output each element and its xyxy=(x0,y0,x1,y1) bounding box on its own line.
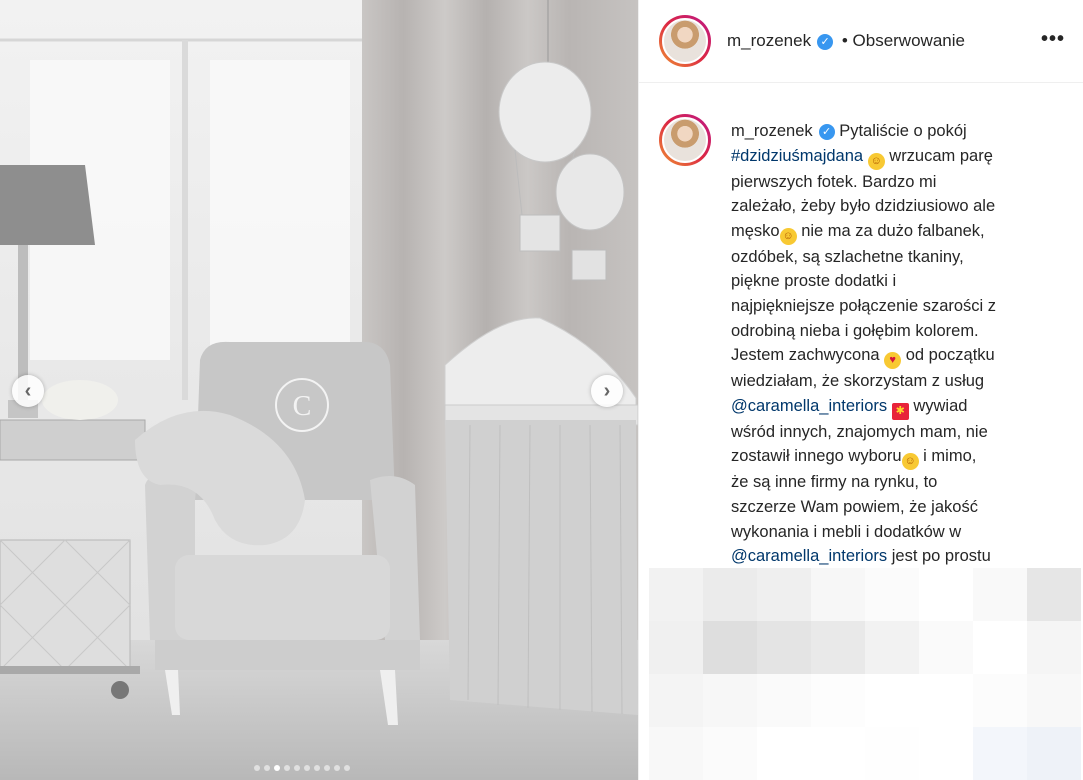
mention-link[interactable]: @caramella_interiors xyxy=(731,397,887,415)
pixel-block xyxy=(757,674,811,727)
caption-segment: zostawił innego wyboru xyxy=(731,447,902,466)
grinning-emoji-icon: ☺ xyxy=(867,152,885,170)
pixel-block xyxy=(811,674,865,727)
collision-emoji-icon: ✱ xyxy=(891,402,909,420)
carousel-dot xyxy=(324,765,330,771)
carousel-indicator xyxy=(254,765,350,771)
caption-segment: męsko xyxy=(731,221,780,240)
carousel-dot xyxy=(334,765,340,771)
pixel-block xyxy=(757,568,811,621)
caption-segment: piękne proste dodatki i xyxy=(731,272,897,291)
carousel-next-button[interactable]: › xyxy=(591,375,623,407)
carousel-dot xyxy=(304,765,310,771)
caption-avatar[interactable] xyxy=(659,114,711,166)
caption-segment: najpiękniejsze połączenie szarości z xyxy=(731,296,997,315)
pixel-block xyxy=(919,727,973,780)
username-link[interactable]: m_rozenek ✓ xyxy=(727,31,834,51)
pixel-block xyxy=(865,674,919,727)
caption-segment: od początku xyxy=(901,346,995,365)
pixel-block xyxy=(703,674,757,727)
pixel-block xyxy=(703,621,757,674)
comments-area[interactable]: m_rozenek ✓ Pytaliście o pokój #dzidziuśm… xyxy=(639,110,1083,568)
pixel-block xyxy=(1027,727,1081,780)
pixel-block xyxy=(811,727,865,780)
avatar-image xyxy=(662,117,708,163)
svg-text:C: C xyxy=(293,391,312,422)
caption-segment: wywiad xyxy=(908,396,968,415)
pixel-block xyxy=(811,621,865,674)
caption-segment: wiedziałam, że skorzystam z usług xyxy=(731,372,985,391)
post-photo[interactable]: C ‹ › xyxy=(0,0,638,780)
pixel-block xyxy=(973,621,1027,674)
pixel-block xyxy=(973,727,1027,780)
pixel-block xyxy=(1027,674,1081,727)
caption-segment: i mimo, xyxy=(918,447,977,466)
caption-segment: szczerze Wam powiem, że jakość xyxy=(731,497,978,516)
caption-segment: wśród innych, znajomych mam, nie xyxy=(731,422,988,441)
avatar-image xyxy=(662,18,708,64)
caption-segment: że są inne firmy na rynku, to xyxy=(731,473,938,492)
caption-segment: pierwszych fotek. Bardzo mi xyxy=(731,172,937,191)
carousel-dot xyxy=(254,765,260,771)
pixel-block xyxy=(865,727,919,780)
verified-badge-icon: ✓ xyxy=(817,34,834,50)
post-side-panel: m_rozenek ✓ • Obserwowanie ••• m_rozenek ✓… xyxy=(638,0,1083,780)
pixel-block xyxy=(703,727,757,780)
follow-label: Obserwowanie xyxy=(852,31,965,50)
caption-segment: odrobiną nieba i gołębim kolorem. xyxy=(731,321,979,340)
pixel-block xyxy=(1027,621,1081,674)
pixel-block xyxy=(1027,568,1081,621)
heart-eyes-emoji-icon: ♥ xyxy=(884,352,902,370)
carousel-dot xyxy=(284,765,290,771)
caption-segment: zależało, żeby było dzidziusiowo ale xyxy=(731,197,996,216)
pixel-block xyxy=(865,568,919,621)
caption-segment: wykonania i mebli i dodatków w xyxy=(731,522,962,541)
carousel-dot xyxy=(294,765,300,771)
pixel-block xyxy=(973,674,1027,727)
caption-segment: Pytaliście o pokój xyxy=(834,122,967,140)
carousel-prev-button[interactable]: ‹ xyxy=(12,375,44,407)
grinning-emoji-icon: ☺ xyxy=(901,453,919,471)
mention-link[interactable]: @caramella_interiors xyxy=(731,547,887,565)
caption-username[interactable]: m_rozenek xyxy=(731,122,813,140)
pixel-block xyxy=(757,621,811,674)
carousel-dot xyxy=(264,765,270,771)
nursery-photo: C xyxy=(0,0,638,780)
pixel-block xyxy=(649,568,703,621)
caption-segment: Jestem zachwycona xyxy=(731,346,885,365)
carousel-dot xyxy=(314,765,320,771)
grinning-emoji-icon: ☺ xyxy=(779,227,797,245)
pixelated-overlay xyxy=(649,568,1083,780)
follow-status-button[interactable]: • Obserwowanie xyxy=(837,31,965,51)
pixel-block xyxy=(973,568,1027,621)
verified-badge-icon: ✓ xyxy=(818,124,835,140)
hashtag-link[interactable]: #dzidziuśmajdana xyxy=(731,147,863,165)
pixel-block xyxy=(865,621,919,674)
chevron-left-icon: ‹ xyxy=(24,379,32,402)
post-header: m_rozenek ✓ • Obserwowanie ••• xyxy=(639,0,1083,83)
avatar[interactable] xyxy=(659,15,711,67)
more-options-icon[interactable]: ••• xyxy=(1041,28,1065,51)
caption-text: m_rozenek ✓ Pytaliście o pokój #dzidziuśm… xyxy=(731,119,1049,568)
pixel-block xyxy=(811,568,865,621)
pixel-block xyxy=(919,674,973,727)
pixel-block xyxy=(649,674,703,727)
pixel-block xyxy=(703,568,757,621)
caption-segment: nie ma za dużo falbanek, xyxy=(796,221,985,240)
pixel-block xyxy=(919,568,973,621)
caption-segment: jest po prostu xyxy=(887,547,991,566)
carousel-dot xyxy=(344,765,350,771)
caption-segment: ozdóbek, są szlachetne tkaniny, xyxy=(731,247,964,266)
pixel-block xyxy=(757,727,811,780)
pixel-block xyxy=(649,621,703,674)
chevron-right-icon: › xyxy=(603,379,611,402)
carousel-dot xyxy=(274,765,280,771)
username-text: m_rozenek xyxy=(727,31,812,50)
pixel-block xyxy=(919,621,973,674)
pixel-block xyxy=(649,727,703,780)
caption-segment: wrzucam parę xyxy=(884,146,993,165)
